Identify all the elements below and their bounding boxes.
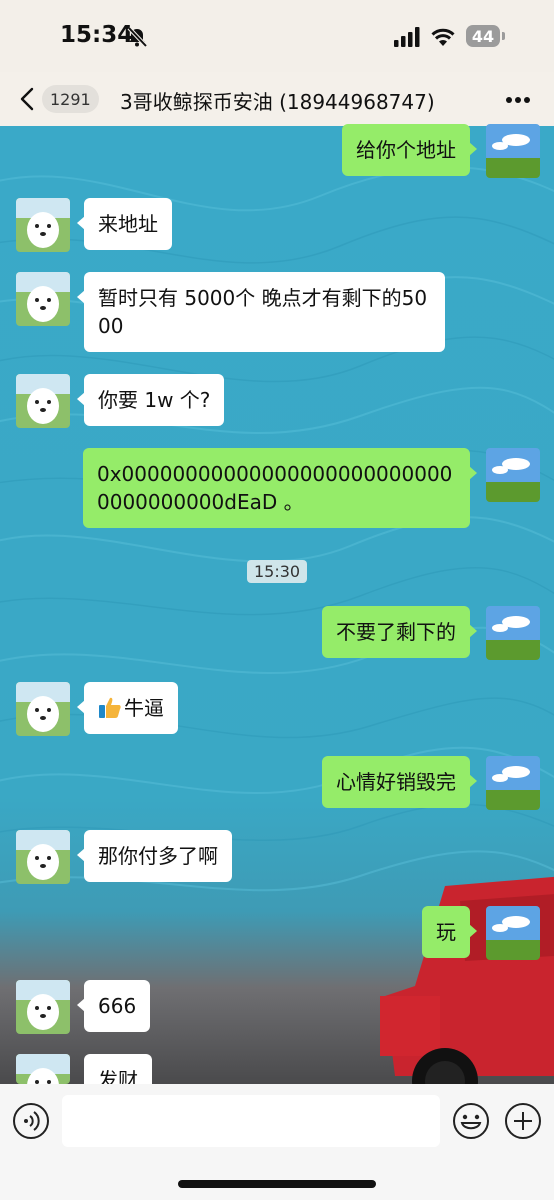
- contact-avatar[interactable]: [16, 682, 70, 736]
- message-bubble-right[interactable]: 不要了剩下的: [322, 606, 477, 658]
- contact-avatar[interactable]: [16, 1054, 70, 1084]
- message-text: 牛逼: [124, 696, 164, 720]
- message-bubble-left[interactable]: 暂时只有 5000个 晚点才有剩下的5000: [77, 272, 445, 352]
- my-avatar[interactable]: [486, 906, 540, 960]
- partial-message-clip: 发财: [84, 1054, 184, 1084]
- contact-avatar[interactable]: [16, 374, 70, 428]
- emoji-icon[interactable]: [452, 1102, 490, 1140]
- message-bubble-right[interactable]: 0x000000000000000000000000000000000000dE…: [83, 448, 477, 528]
- thumbs-up-icon: [99, 697, 121, 718]
- back-arrow-icon[interactable]: [18, 87, 38, 111]
- contact-avatar[interactable]: [16, 272, 70, 326]
- bell-muted-icon: [127, 26, 148, 48]
- message-bubble-right[interactable]: 给你个地址: [342, 124, 477, 176]
- message-bubble-left[interactable]: 来地址: [77, 198, 172, 250]
- my-avatar[interactable]: [486, 606, 540, 660]
- message-bubble-left[interactable]: 那你付多了啊: [77, 830, 232, 882]
- my-avatar[interactable]: [486, 124, 540, 178]
- my-avatar[interactable]: [486, 756, 540, 810]
- signal-icon: [394, 27, 420, 47]
- message-timestamp: 15:30: [247, 560, 308, 583]
- message-bubble-left[interactable]: 666: [76, 980, 151, 1032]
- home-indicator[interactable]: [178, 1180, 376, 1188]
- message-input[interactable]: [62, 1095, 440, 1147]
- chat-title: 3哥收鲸探币安油 (18944968747): [120, 90, 435, 114]
- chat-message-list[interactable]: [0, 126, 554, 1084]
- my-avatar[interactable]: [486, 448, 540, 502]
- unread-count-badge[interactable]: 1291: [42, 85, 99, 113]
- contact-avatar[interactable]: [16, 830, 70, 884]
- status-time: 15:34: [60, 22, 134, 48]
- message-bubble-left[interactable]: 你要 1w 个?: [76, 374, 225, 426]
- wifi-icon: [431, 28, 455, 46]
- message-bubble-right[interactable]: 心情好销毁完: [322, 756, 477, 808]
- contact-avatar[interactable]: [16, 198, 70, 252]
- plus-icon[interactable]: [504, 1102, 542, 1140]
- voice-icon[interactable]: [12, 1102, 50, 1140]
- message-bubble-left[interactable]: 发财: [84, 1054, 152, 1084]
- contact-avatar[interactable]: [16, 980, 70, 1034]
- message-bubble-left[interactable]: 牛逼: [77, 682, 178, 734]
- more-icon[interactable]: [505, 96, 531, 104]
- battery-icon: 44: [466, 25, 505, 47]
- message-bubble-right[interactable]: 玩: [422, 906, 477, 958]
